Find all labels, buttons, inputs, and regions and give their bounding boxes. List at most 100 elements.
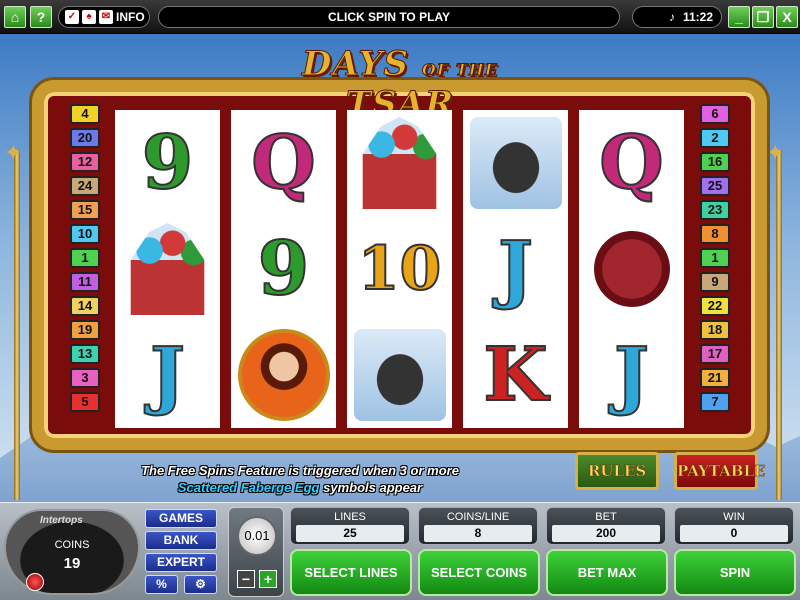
payline-3-marker[interactable]: 3 — [70, 368, 100, 388]
reel-2: Q9 — [231, 110, 336, 428]
payline-16-marker[interactable]: 16 — [700, 152, 730, 172]
symbol-J: J — [115, 322, 220, 428]
tsarina-symbol — [231, 322, 336, 428]
payline-15-marker[interactable]: 15 — [70, 200, 100, 220]
payline-1-marker[interactable]: 1 — [70, 248, 100, 268]
symbol-J-text: J — [613, 332, 650, 418]
symbol-9: 9 — [115, 110, 220, 216]
payline-14-marker[interactable]: 14 — [70, 296, 100, 316]
cathedral-symbol — [347, 110, 452, 216]
payline-8-marker[interactable]: 8 — [700, 224, 730, 244]
select-lines-button[interactable]: SELECT LINES — [290, 549, 412, 596]
settings-button[interactable]: ⚙ — [184, 575, 217, 594]
percent-button[interactable]: % — [145, 575, 178, 594]
info-button[interactable]: ✓ ♠ ✉ INFO — [58, 6, 150, 28]
game-logo: DAYS OF THE TSAR — [302, 44, 498, 125]
notice-highlight: Scattered Faberge Egg — [177, 480, 320, 495]
games-button[interactable]: GAMES — [145, 509, 217, 528]
payline-4-marker[interactable]: 4 — [70, 104, 100, 124]
expert-button[interactable]: EXPERT — [145, 553, 217, 572]
payline-17-marker[interactable]: 17 — [700, 344, 730, 364]
tsarina-icon — [237, 329, 330, 421]
payline-19-marker[interactable]: 19 — [70, 320, 100, 340]
payline-18-marker[interactable]: 18 — [700, 320, 730, 340]
payline-9-marker[interactable]: 9 — [700, 272, 730, 292]
notice-line-2: symbols appear — [323, 480, 423, 495]
top-bar: ⌂ ? ✓ ♠ ✉ INFO CLICK SPIN TO PLAY ♪ 11:2… — [0, 0, 800, 34]
payline-20-marker[interactable]: 20 — [70, 128, 100, 148]
symbol-J: J — [579, 322, 684, 428]
cathedral-icon — [362, 117, 437, 209]
symbol-Q: Q — [579, 110, 684, 216]
minimize-button[interactable]: _ — [728, 6, 750, 28]
sound-icon[interactable]: ♪ — [669, 10, 675, 24]
coins-per-line-value: 8 — [424, 525, 532, 542]
restore-button[interactable]: ❐ — [752, 6, 774, 28]
reel-1: 9J — [115, 110, 220, 428]
payline-11-marker[interactable]: 11 — [70, 272, 100, 292]
close-button[interactable]: X — [776, 6, 798, 28]
horseman-icon — [469, 117, 562, 209]
rules-button[interactable]: RULES — [575, 452, 659, 490]
cathedral-symbol — [115, 216, 220, 322]
symbol-Q: Q — [231, 110, 336, 216]
left-paylines: 4 20 12 24 15 10 1 11 14 19 13 3 5 — [70, 104, 100, 416]
payline-6-marker[interactable]: 6 — [700, 104, 730, 124]
bank-button[interactable]: BANK — [145, 531, 217, 550]
right-paylines: 6 2 16 25 23 8 1 9 22 18 17 21 7 — [700, 104, 730, 416]
win-value: 0 — [680, 525, 788, 542]
time-label: 11:22 — [682, 10, 713, 24]
bet-max-button[interactable]: BET MAX — [546, 549, 668, 596]
symbol-K: K — [463, 322, 568, 428]
payline-2-marker[interactable]: 2 — [700, 128, 730, 148]
coin-decrease-button[interactable]: − — [237, 570, 255, 588]
horseman-symbol — [347, 322, 452, 428]
help-button[interactable]: ? — [30, 6, 52, 28]
symbol-Q-text: Q — [598, 120, 664, 206]
coins-per-line-label: COINS/LINE — [446, 511, 510, 523]
coins-knob[interactable] — [26, 573, 44, 591]
brand-label: Intertops — [40, 515, 83, 526]
symbol-10: 10 — [347, 216, 452, 322]
horseman-symbol — [463, 110, 568, 216]
info-label: INFO — [116, 10, 145, 24]
bet-label: BET — [595, 511, 617, 523]
symbol-J-text: J — [497, 226, 534, 312]
coins-label: COINS — [54, 539, 90, 551]
payline-13-marker[interactable]: 13 — [70, 344, 100, 364]
payline-7-marker[interactable]: 7 — [700, 392, 730, 412]
home-button[interactable]: ⌂ — [4, 6, 26, 28]
eagle-icon: ✦ — [766, 140, 785, 165]
payline-21-marker[interactable]: 21 — [700, 368, 730, 388]
coins-value: 19 — [63, 555, 81, 572]
reel-5: QJ — [579, 110, 684, 428]
symbol-Q-text: Q — [250, 120, 316, 206]
payline-22-marker[interactable]: 22 — [700, 296, 730, 316]
payline-24-marker[interactable]: 24 — [70, 176, 100, 196]
symbol-9-text: 9 — [141, 120, 194, 206]
gear-icon: ⚙ — [195, 577, 206, 591]
reel-4: JK — [463, 110, 568, 428]
select-coins-button[interactable]: SELECT COINS — [418, 549, 540, 596]
payline-1-marker[interactable]: 1 — [700, 248, 730, 268]
payline-23-marker[interactable]: 23 — [700, 200, 730, 220]
coin-value: 0.01 — [237, 516, 277, 556]
paytable-button[interactable]: PAYTABLE — [674, 452, 766, 490]
free-spins-notice: The Free Spins Feature is triggered when… — [130, 462, 470, 496]
horseman-icon — [353, 329, 446, 421]
payline-5-marker[interactable]: 5 — [70, 392, 100, 412]
spin-button[interactable]: SPIN — [674, 549, 796, 596]
payline-12-marker[interactable]: 12 — [70, 152, 100, 172]
status-message: CLICK SPIN TO PLAY — [158, 6, 620, 28]
coin-increase-button[interactable]: + — [259, 570, 277, 588]
coins-per-line-display: COINS/LINE 8 — [418, 507, 538, 545]
right-pole — [776, 150, 782, 500]
notice-line-1: The Free Spins Feature is triggered when… — [141, 463, 459, 478]
eagle-icon: ✦ — [4, 140, 23, 165]
payline-25-marker[interactable]: 25 — [700, 176, 730, 196]
lines-label: LINES — [334, 511, 366, 523]
symbol-10-text: 10 — [357, 234, 442, 304]
payline-10-marker[interactable]: 10 — [70, 224, 100, 244]
symbol-J: J — [463, 216, 568, 322]
seal-icon — [593, 231, 670, 307]
